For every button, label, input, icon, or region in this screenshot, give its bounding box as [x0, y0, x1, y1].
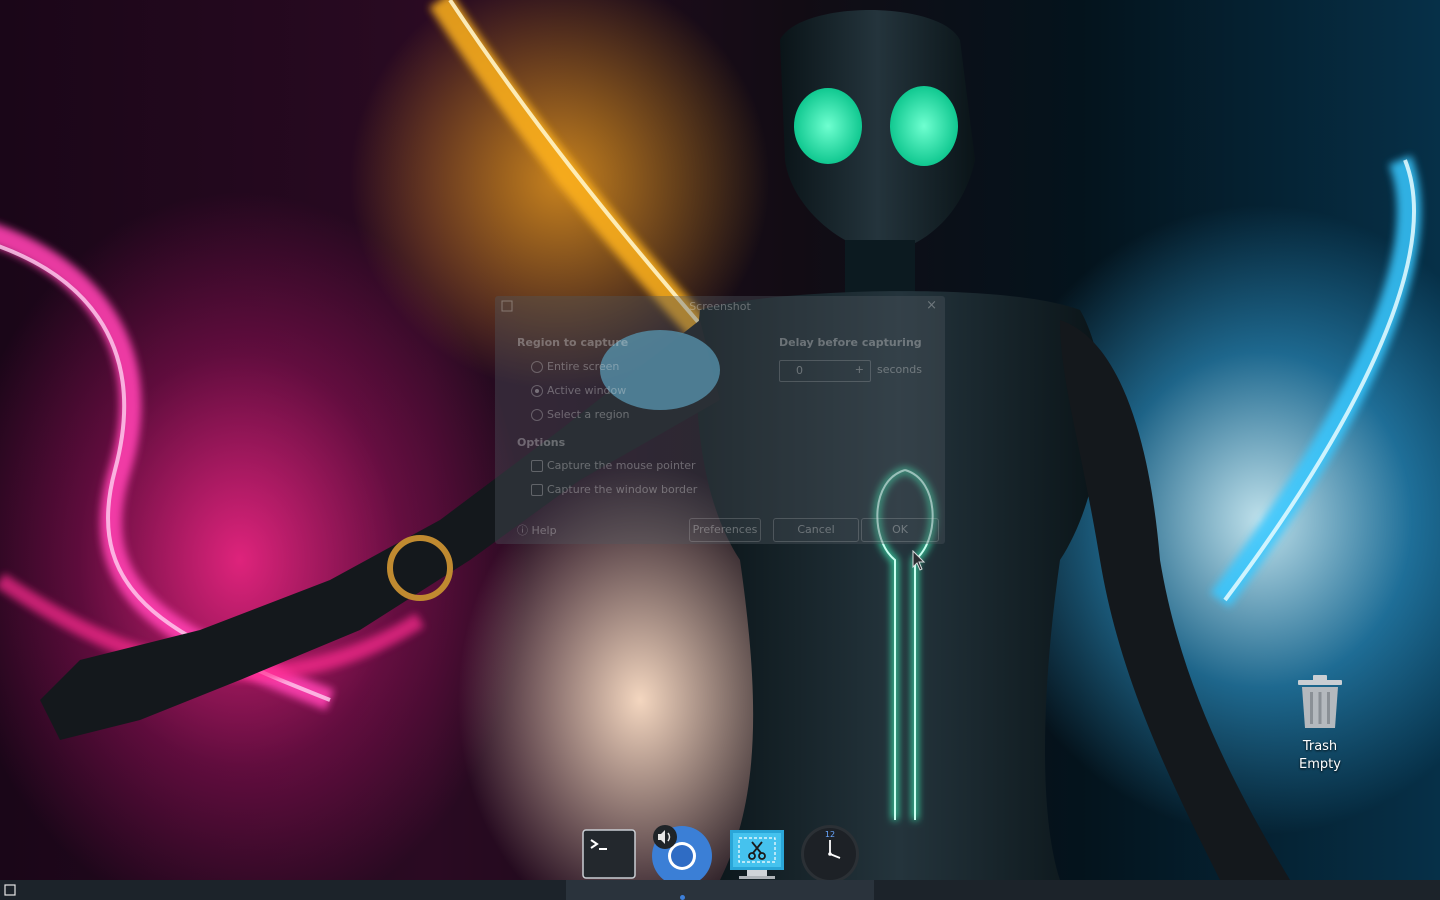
spin-up-icon[interactable]: +: [855, 363, 864, 376]
speaker-icon: [653, 825, 677, 849]
dock-clock[interactable]: 12: [801, 825, 859, 883]
clock-icon: 12: [801, 825, 859, 883]
trash-desktop-item[interactable]: Trash Empty: [1280, 672, 1360, 774]
taskbar: [0, 880, 1440, 900]
mouse-cursor-icon: [912, 550, 926, 571]
delay-heading: Delay before capturing: [779, 336, 922, 349]
screenshot-icon: [730, 830, 784, 879]
checkbox-label-capture-pointer: Capture the mouse pointer: [547, 459, 696, 472]
radio-entire-screen[interactable]: [531, 361, 543, 373]
radio-active-window[interactable]: [531, 385, 543, 397]
delay-value: 0: [796, 364, 803, 377]
dock-screenshot[interactable]: [729, 826, 785, 882]
checkbox-capture-border[interactable]: [531, 484, 543, 496]
trash-status: Empty: [1299, 757, 1341, 772]
delay-unit: seconds: [877, 363, 922, 376]
trash-label: Trash: [1302, 739, 1338, 754]
region-heading: Region to capture: [517, 336, 629, 349]
radio-label-entire-screen: Entire screen: [547, 360, 620, 373]
active-app-indicator: [680, 895, 685, 900]
help-button[interactable]: ⓘ Help: [517, 522, 557, 538]
preferences-button[interactable]: Preferences: [689, 518, 761, 542]
dialog-title: Screenshot: [689, 300, 751, 313]
radio-label-select-region: Select a region: [547, 408, 630, 421]
options-heading: Options: [517, 436, 566, 449]
show-desktop-icon[interactable]: [4, 884, 16, 896]
dock-chromium[interactable]: [652, 825, 712, 886]
help-label: Help: [531, 524, 557, 537]
ok-button[interactable]: OK: [861, 518, 939, 542]
trash-icon: [1298, 675, 1342, 728]
dock: 12: [0, 820, 1440, 886]
close-icon[interactable]: ×: [926, 298, 937, 313]
radio-select-region[interactable]: [531, 409, 543, 421]
taskbar-window-strip[interactable]: [566, 880, 874, 900]
screenshot-dialog[interactable]: Screenshot × Region to capture Entire sc…: [495, 296, 945, 544]
checkbox-capture-pointer[interactable]: [531, 460, 543, 472]
checkbox-label-capture-border: Capture the window border: [547, 483, 698, 496]
radio-label-active-window: Active window: [547, 384, 627, 397]
cancel-button[interactable]: Cancel: [773, 518, 859, 542]
dock-terminal[interactable]: [581, 826, 637, 882]
clock-number: 12: [825, 830, 835, 839]
help-icon: ⓘ: [517, 524, 528, 537]
terminal-icon: [582, 829, 636, 879]
delay-spinbox[interactable]: 0 +: [779, 360, 871, 382]
